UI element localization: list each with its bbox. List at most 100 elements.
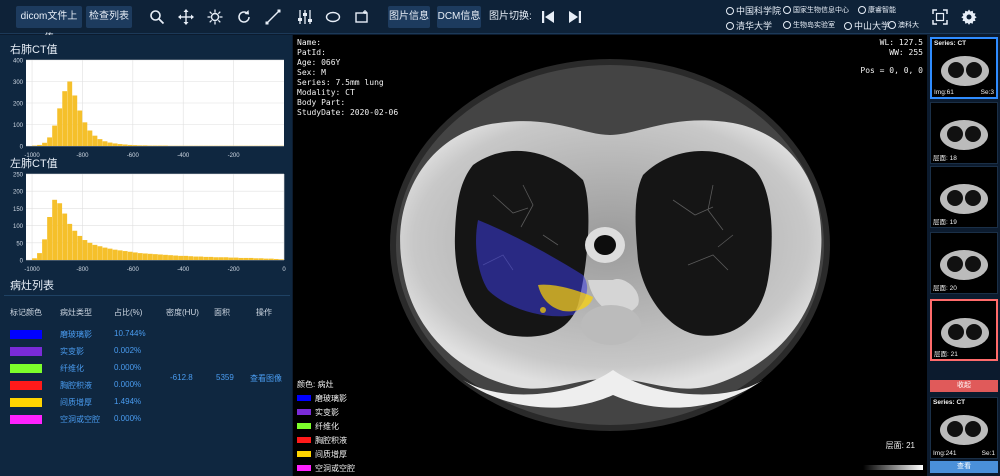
legend-label: 间质增厚 (315, 449, 347, 459)
histogram-bar (137, 145, 143, 146)
y-tick-label: 100 (13, 224, 24, 230)
histogram-bar (97, 246, 103, 260)
lesion-row[interactable]: 磨玻璃影 10.744% (4, 327, 290, 343)
left-panel: 右肺CT值 400 300 200 100 0 -1000 -800 -600 -400 -200… (0, 35, 292, 476)
lesion-row[interactable]: 纤维化 0.000% (4, 361, 290, 377)
slice-thumbnail[interactable]: 层面: 18 (930, 102, 998, 164)
modality: Modality: CT (297, 88, 355, 97)
legend-item: 空洞或空腔 (297, 461, 355, 475)
y-tick-label: 150 (13, 207, 24, 213)
histogram-bar (107, 142, 113, 146)
column-header: 密度(HU) (166, 308, 199, 317)
view-image-link[interactable]: 查看图像 (250, 373, 282, 384)
legend-item: 磨玻璃影 (297, 391, 355, 405)
logo-cncb: 国家生物信息中心 (783, 5, 849, 15)
patient-info-overlay: Name: PatId: Age: 066Y Sex: M Series: 7.… (297, 38, 398, 118)
x-tick-label: -600 (127, 267, 140, 273)
dcm-info-button[interactable]: DCM信息 (437, 6, 481, 28)
right-lung-histogram: 右肺CT值 400 300 200 100 0 -1000 -800 -600 -400 -200 (4, 41, 290, 159)
legend-swatch (297, 409, 311, 415)
left-lung-histogram: 左肺CT值 250 200 150 100 50 0 -1000 -800 -600 -400 -2… (4, 155, 290, 273)
legend-label: 胸腔积液 (315, 435, 347, 445)
logo-sysu: 中山大学 (844, 19, 890, 32)
fullscreen-icon[interactable] (929, 6, 951, 28)
logo-mark-icon (888, 21, 896, 29)
lesion-color-swatch (10, 364, 42, 373)
move-icon[interactable] (175, 6, 197, 28)
histogram-bar (72, 230, 78, 260)
histogram-bar (37, 253, 42, 260)
histogram-bar (117, 144, 123, 146)
window-width: WW: 255 (889, 48, 923, 57)
study-date: StudyDate: 2020-02-06 (297, 108, 399, 117)
lesion-row[interactable]: 空洞或空腔 0.000% (4, 412, 290, 428)
histogram-bar (52, 125, 58, 146)
histogram-bar (67, 223, 73, 260)
rectangle-icon[interactable] (351, 6, 373, 28)
logo-must: 澳科大 (888, 20, 919, 30)
patient-name: Name: (297, 38, 322, 47)
lesion-row[interactable]: 胸腔积液 0.000% (4, 378, 290, 394)
lesion-percent: 0.000% (114, 363, 142, 372)
histogram-bar (122, 144, 128, 146)
view-series-button[interactable]: 查看 (930, 461, 998, 473)
next-image-icon[interactable] (564, 6, 586, 28)
adjust-sliders-icon[interactable] (294, 6, 316, 28)
gear-icon[interactable] (958, 6, 980, 28)
legend-label: 纤维化 (315, 421, 339, 431)
histogram-bar (163, 254, 168, 260)
histogram-bar (147, 253, 153, 260)
slice-thumbnail[interactable]: 层面: 20 (930, 232, 998, 294)
histogram-bar (102, 247, 108, 260)
histogram-bar (173, 255, 178, 260)
image-info-button[interactable]: 图片信息 (388, 6, 430, 28)
histogram-bar (42, 239, 47, 260)
rotate-icon[interactable] (233, 6, 255, 28)
lesion-type: 空洞或空腔 (60, 415, 100, 424)
histogram-bar (213, 257, 219, 260)
logo-mark-icon (783, 6, 791, 14)
lesion-percent: 0.002% (114, 346, 142, 355)
histogram-bar (243, 257, 249, 260)
legend-label: 实变影 (315, 407, 339, 417)
collapse-button[interactable]: 收起 (930, 380, 998, 392)
dicom-upload-button[interactable]: dicom文件上传 (16, 6, 82, 44)
logo-mark-icon (726, 21, 734, 30)
legend-swatch (297, 423, 311, 429)
histogram-bar (122, 251, 128, 260)
histogram-bar (67, 81, 73, 146)
histogram-bar (87, 130, 93, 146)
column-header: 操作 (256, 308, 272, 317)
check-list-button[interactable]: 检查列表 (86, 6, 132, 28)
histogram-bar (223, 257, 229, 260)
legend-label: 空洞或空腔 (315, 463, 355, 473)
ellipse-icon[interactable] (322, 6, 344, 28)
slice-thumbnail[interactable]: 层面: 19 (930, 166, 998, 228)
series-thumbnail[interactable]: Series: CT Img:241 Se:1 (930, 397, 998, 459)
histogram-bar (228, 257, 234, 260)
brightness-icon[interactable] (204, 6, 226, 28)
legend-label: 磨玻璃影 (315, 393, 347, 403)
histogram-bar (127, 144, 133, 146)
lesion-list-title: 病灶列表 (10, 280, 54, 292)
series-thumbnail[interactable]: Series: CT Img:61 Se:3 (930, 37, 998, 99)
y-tick-label: 300 (13, 80, 24, 86)
search-icon[interactable] (146, 6, 168, 28)
thumbnail-image (940, 250, 988, 280)
ct-viewer[interactable]: Name: PatId: Age: 066Y Sex: M Series: 7.… (293, 35, 927, 476)
lesion-type: 实变影 (60, 347, 84, 356)
histogram-bar (158, 254, 163, 260)
column-header: 占比(%) (114, 308, 143, 317)
previous-image-icon[interactable] (537, 6, 559, 28)
lesion-type: 磨玻璃影 (60, 330, 92, 339)
histogram-bar (137, 253, 143, 260)
histogram-bar (248, 257, 254, 260)
slice-thumbnail[interactable]: 层面: 21 (930, 299, 998, 361)
measure-line-icon[interactable] (262, 6, 284, 28)
legend-swatch (297, 395, 311, 401)
lesion-row[interactable]: 实变影 0.002% (4, 344, 290, 360)
histogram-bar (112, 143, 118, 146)
lesion-percent: 1.494% (114, 397, 142, 406)
lesion-row[interactable]: 间质增厚 1.494% (4, 395, 290, 411)
x-tick-label: -200 (228, 267, 241, 273)
